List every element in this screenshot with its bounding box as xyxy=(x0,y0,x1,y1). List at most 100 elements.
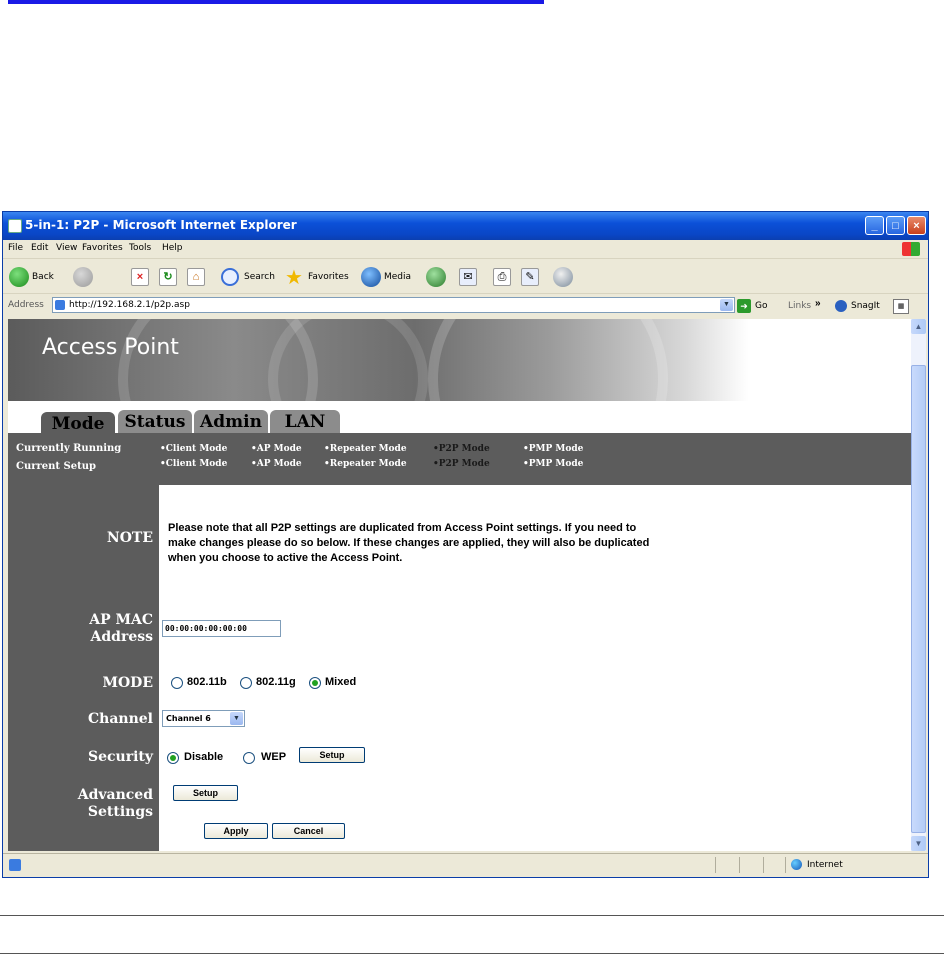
home-icon[interactable]: ⌂ xyxy=(187,268,205,286)
windows-logo-icon xyxy=(902,242,920,256)
messenger-icon[interactable] xyxy=(553,267,573,287)
tab-bar: Mode Status Admin LAN xyxy=(8,401,911,436)
security-setup-button[interactable]: Setup xyxy=(299,747,365,763)
menu-help[interactable]: Help xyxy=(162,243,183,253)
tab-admin[interactable]: Admin xyxy=(194,410,268,434)
status-bar: Internet xyxy=(3,853,928,876)
currently-running-label: Currently Running xyxy=(16,443,122,454)
page-rule-top xyxy=(0,915,944,916)
security-wep-label: WEP xyxy=(261,751,287,763)
minimize-button[interactable]: _ xyxy=(865,216,884,235)
go-button[interactable]: Go xyxy=(755,301,767,311)
mode-802-11b-label: 802.11b xyxy=(187,676,227,688)
snagit-capture-icon[interactable]: ▦ xyxy=(893,299,909,314)
setup-repeater-mode[interactable]: •Repeater Mode xyxy=(324,459,407,469)
toolbar: Back × ↻ ⌂ Search ★ Favorites Media ✉ ⎙ … xyxy=(3,259,928,294)
running-p2p-mode: •P2P Mode xyxy=(433,444,490,454)
window-title: 5-in-1: P2P - Microsoft Internet Explore… xyxy=(25,218,297,232)
address-input[interactable]: http://192.168.2.1/p2p.asp ▼ xyxy=(52,297,735,313)
snagit-label[interactable]: SnagIt xyxy=(851,301,880,311)
setup-ap-mode[interactable]: •AP Mode xyxy=(251,459,302,469)
title-bar: 5-in-1: P2P - Microsoft Internet Explore… xyxy=(3,212,928,240)
favorites-label[interactable]: Favorites xyxy=(308,272,349,282)
running-pmp-mode: •PMP Mode xyxy=(523,444,584,454)
links-chevron-icon[interactable]: » xyxy=(815,298,821,309)
media-label[interactable]: Media xyxy=(384,272,411,282)
channel-select[interactable]: Channel 6 ▼ xyxy=(162,710,245,727)
media-icon[interactable] xyxy=(361,267,381,287)
status-divider xyxy=(739,857,740,873)
running-ap-mode: •AP Mode xyxy=(251,444,302,454)
mail-icon[interactable]: ✉ xyxy=(459,268,477,286)
maximize-button[interactable]: □ xyxy=(886,216,905,235)
advanced-setup-button[interactable]: Setup xyxy=(173,785,238,801)
current-setup-label: Current Setup xyxy=(16,461,96,472)
stop-icon[interactable]: × xyxy=(131,268,149,286)
forward-icon[interactable] xyxy=(73,267,93,287)
address-bar: Address http://192.168.2.1/p2p.asp ▼ ➜ G… xyxy=(3,295,928,317)
status-divider xyxy=(715,857,716,873)
search-label[interactable]: Search xyxy=(244,272,275,282)
vertical-scrollbar[interactable]: ▲ ▼ xyxy=(911,319,926,851)
mode-label: MODE xyxy=(102,675,153,691)
snagit-icon[interactable] xyxy=(835,300,847,312)
banner-swirl xyxy=(428,319,668,401)
menu-bar: File Edit View Favorites Tools Help xyxy=(3,240,928,259)
status-divider xyxy=(785,857,786,873)
chevron-down-icon[interactable]: ▼ xyxy=(230,712,243,725)
mode-802-11g-radio[interactable] xyxy=(240,677,252,689)
page-status-icon xyxy=(9,859,21,871)
scroll-up-icon[interactable]: ▲ xyxy=(911,319,926,334)
status-divider xyxy=(763,857,764,873)
note-label: NOTE xyxy=(106,530,153,546)
menu-favorites[interactable]: Favorites xyxy=(82,243,123,253)
internet-zone-icon xyxy=(791,859,802,870)
setup-client-mode[interactable]: •Client Mode xyxy=(160,459,227,469)
channel-label: Channel xyxy=(88,711,153,727)
scroll-down-icon[interactable]: ▼ xyxy=(911,836,926,851)
search-icon[interactable] xyxy=(221,268,239,286)
address-dropdown-icon[interactable]: ▼ xyxy=(720,299,733,311)
mode-mixed-label: Mixed xyxy=(325,676,357,688)
tab-lan[interactable]: LAN xyxy=(270,410,340,434)
mode-802-11g-label: 802.11g xyxy=(256,676,296,688)
page-icon xyxy=(55,300,65,310)
history-icon[interactable] xyxy=(426,267,446,287)
print-icon[interactable]: ⎙ xyxy=(493,268,511,286)
ap-mac-address-input[interactable]: 00:00:00:00:00:00 xyxy=(162,620,281,637)
close-button[interactable]: × xyxy=(907,216,926,235)
ap-mac-label-line2: Address xyxy=(90,629,154,645)
apply-button[interactable]: Apply xyxy=(204,823,268,839)
refresh-icon[interactable]: ↻ xyxy=(159,268,177,286)
banner-title: Access Point xyxy=(42,335,179,360)
tab-status[interactable]: Status xyxy=(118,410,192,434)
internet-zone-label: Internet xyxy=(807,860,843,870)
channel-select-value: Channel 6 xyxy=(166,714,211,723)
security-disable-radio[interactable] xyxy=(167,752,179,764)
links-label[interactable]: Links xyxy=(788,301,811,311)
address-label: Address xyxy=(8,300,44,310)
form-label-column: NOTE AP MAC Address MODE Channel Securit… xyxy=(8,485,159,851)
setup-p2p-mode[interactable]: •P2P Mode xyxy=(433,459,490,469)
advanced-settings-label: Advanced Settings xyxy=(77,787,153,820)
page-content: Access Point Mode Status Admin LAN Curre… xyxy=(8,319,911,851)
mode-mixed-radio[interactable] xyxy=(309,677,321,689)
menu-edit[interactable]: Edit xyxy=(31,243,48,253)
menu-file[interactable]: File xyxy=(8,243,23,253)
security-label: Security xyxy=(87,749,153,765)
go-arrow-icon[interactable]: ➜ xyxy=(737,299,751,313)
back-label[interactable]: Back xyxy=(32,272,54,282)
menu-tools[interactable]: Tools xyxy=(129,243,151,253)
menu-view[interactable]: View xyxy=(56,243,77,253)
edit-icon[interactable]: ✎ xyxy=(521,268,539,286)
banner-swirl xyxy=(268,319,428,401)
favorites-star-icon[interactable]: ★ xyxy=(285,265,303,290)
address-url[interactable]: http://192.168.2.1/p2p.asp xyxy=(69,300,190,310)
security-wep-radio[interactable] xyxy=(243,752,255,764)
cancel-button[interactable]: Cancel xyxy=(272,823,345,839)
mode-802-11b-radio[interactable] xyxy=(171,677,183,689)
banner: Access Point xyxy=(8,319,911,401)
scroll-thumb[interactable] xyxy=(911,365,926,833)
back-icon[interactable] xyxy=(9,267,29,287)
setup-pmp-mode[interactable]: •PMP Mode xyxy=(523,459,583,469)
